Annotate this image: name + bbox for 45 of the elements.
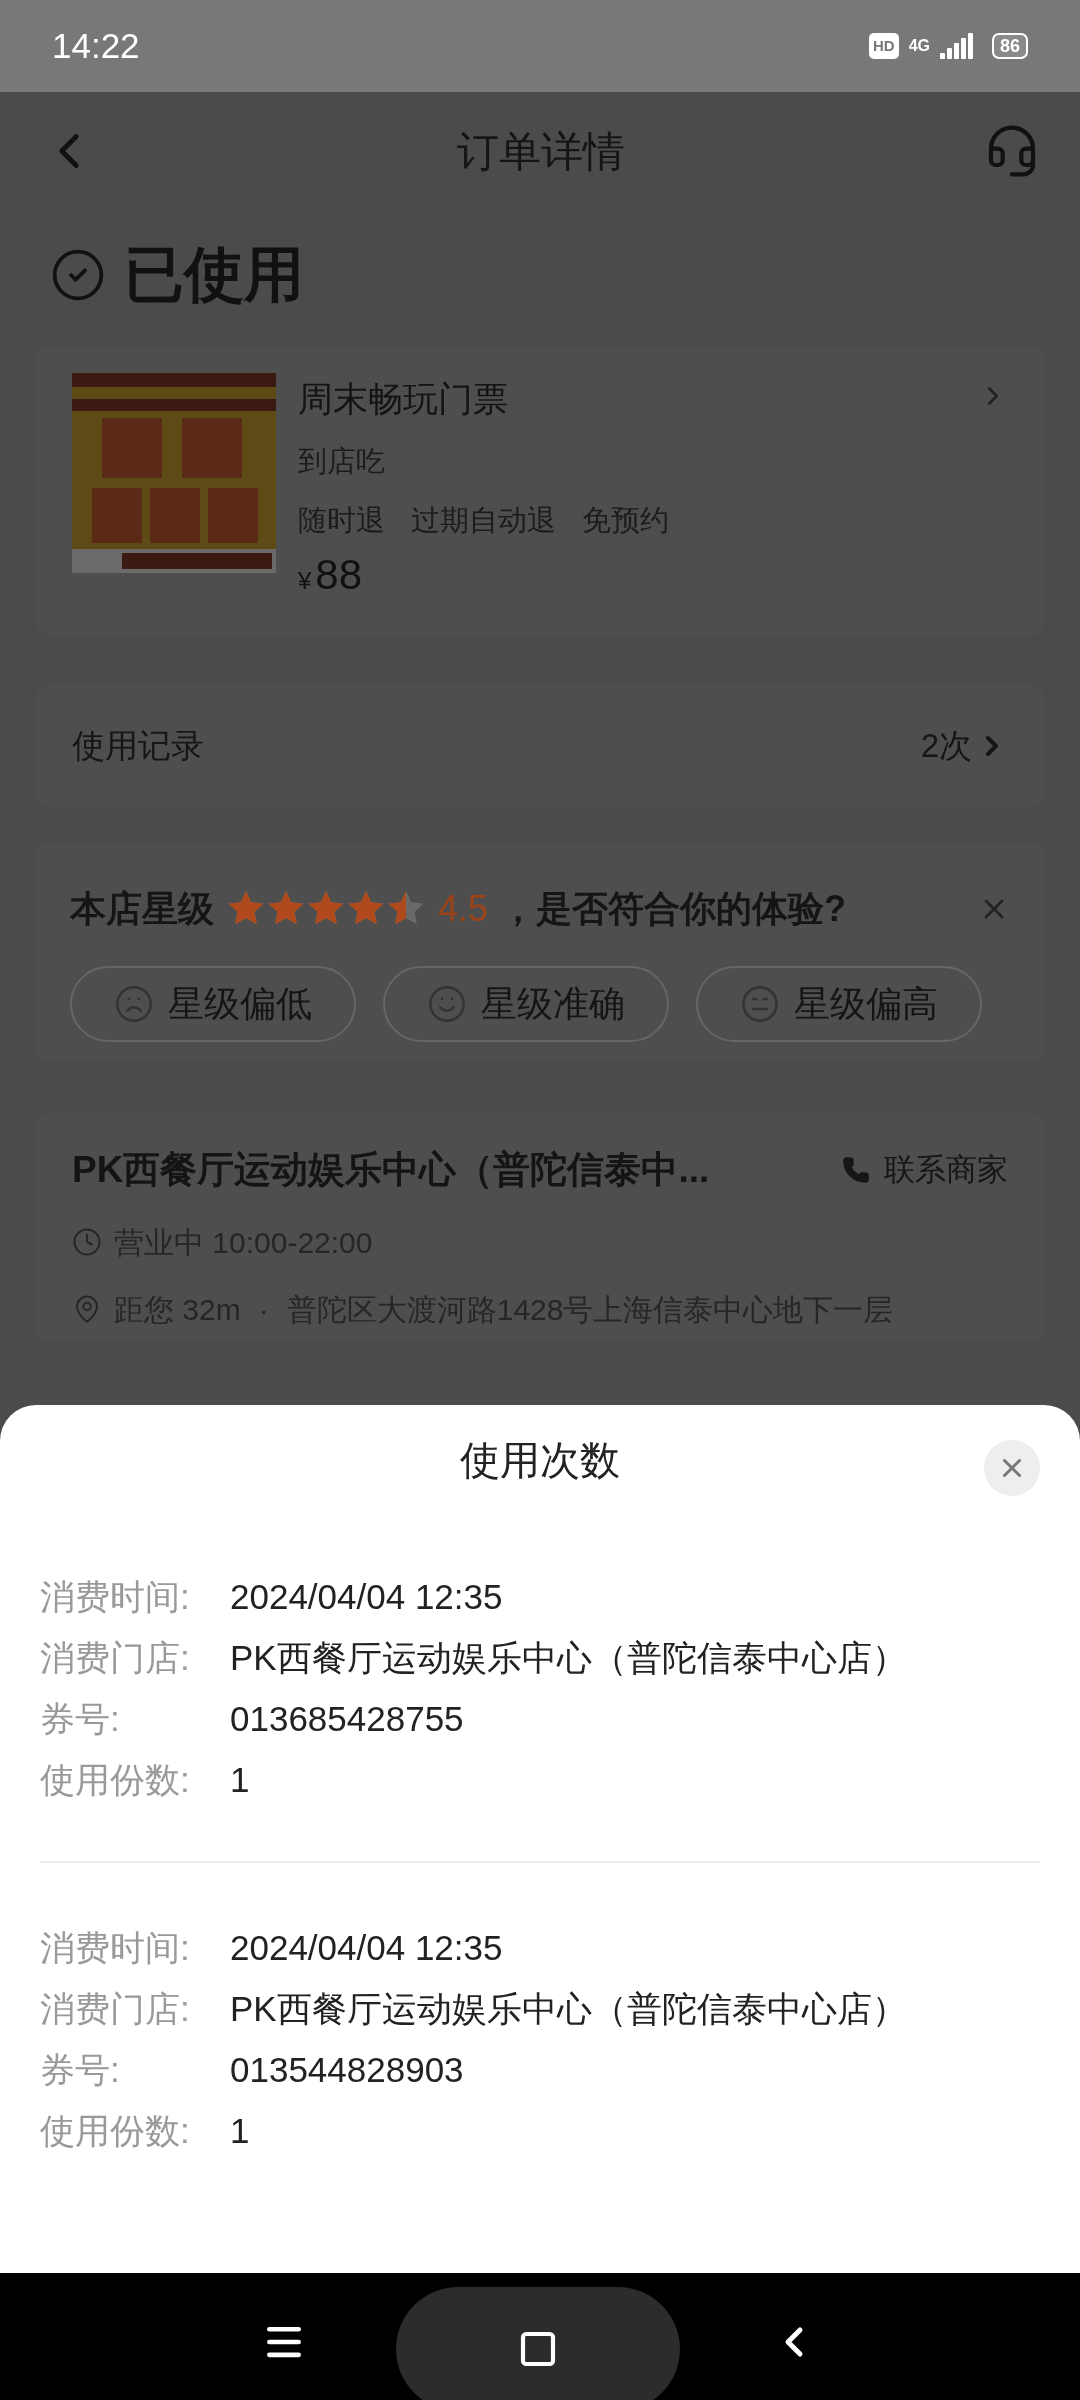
rating-label: 本店星级 <box>70 887 214 931</box>
face-icon <box>114 984 154 1024</box>
hd-badge: HD <box>868 32 899 60</box>
usage-count: 2次 <box>920 726 972 767</box>
field-label: 券号: <box>40 2049 121 2092</box>
field-label: 券号: <box>40 1698 121 1741</box>
field-label: 消费时间: <box>40 1576 191 1619</box>
home-icon <box>518 2329 558 2369</box>
battery-indicator: 86 <box>991 33 1028 59</box>
product-price: 88 <box>315 549 363 600</box>
field-value: PK西餐厅运动娱乐中心（普陀信泰中心店） <box>230 1637 907 1680</box>
rating-option-button[interactable]: 星级偏高 <box>696 966 982 1042</box>
close-button[interactable] <box>984 1440 1040 1496</box>
sheet-title: 使用次数 <box>460 1437 620 1484</box>
contact-merchant-button[interactable]: 联系商家 <box>842 1146 1008 1193</box>
clock-icon <box>72 1227 102 1257</box>
network-label: 4G <box>908 36 930 56</box>
status-time: 14:22 <box>52 24 140 67</box>
order-status: 已使用 <box>124 240 304 310</box>
field-value: 1 <box>230 1759 250 1802</box>
currency-symbol: ¥ <box>298 565 312 596</box>
rating-option-button[interactable]: 星级偏低 <box>70 966 356 1042</box>
field-value: 013544828903 <box>230 2049 464 2092</box>
field-label: 消费门店: <box>40 1637 191 1680</box>
field-value: PK西餐厅运动娱乐中心（普陀信泰中心店） <box>230 1988 907 2031</box>
face-icon <box>427 984 467 1024</box>
field-value: 2024/04/04 12:35 <box>230 1927 503 1970</box>
rating-option-button[interactable]: 星级准确 <box>383 966 669 1042</box>
rating-question: ，是否符合你的体验? <box>500 887 847 931</box>
store-name: PK西餐厅运动娱乐中心（普陀信泰中... <box>72 1148 710 1192</box>
check-circle-icon <box>50 247 106 303</box>
field-label: 消费时间: <box>40 1927 191 1970</box>
field-value: 1 <box>230 2110 250 2153</box>
face-icon <box>740 984 780 1024</box>
signal-icon <box>939 33 976 59</box>
usage-record-label: 使用记录 <box>72 726 204 767</box>
field-value: 013685428755 <box>230 1698 464 1741</box>
separator-dot: · <box>257 1291 270 1328</box>
field-label: 消费门店: <box>40 1988 191 2031</box>
phone-icon <box>842 1155 870 1184</box>
field-value: 2024/04/04 12:35 <box>230 1576 503 1619</box>
rating-score: 4.5 <box>438 887 489 931</box>
field-label: 使用份数: <box>40 2110 191 2153</box>
product-title: 周末畅玩门票 <box>298 378 508 420</box>
field-label: 使用份数: <box>40 1759 191 1802</box>
